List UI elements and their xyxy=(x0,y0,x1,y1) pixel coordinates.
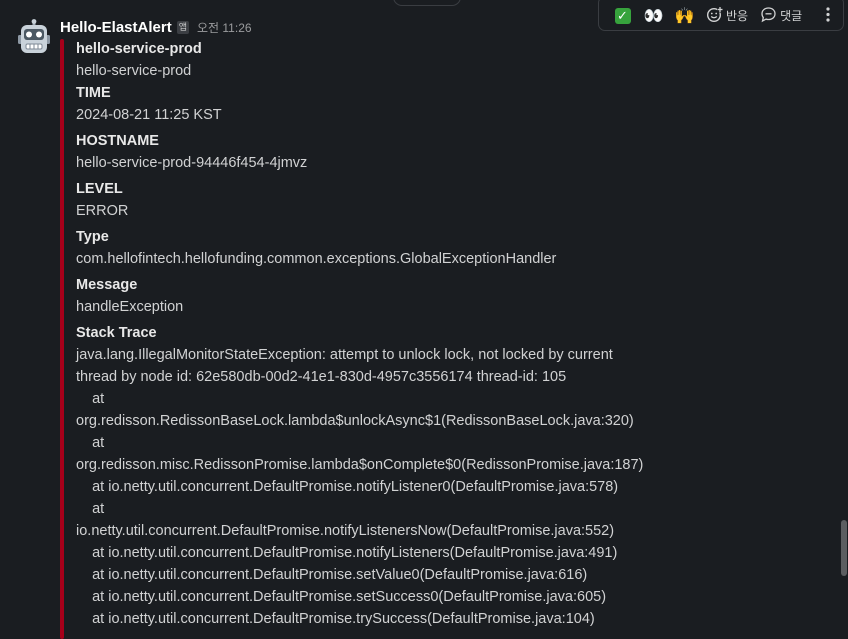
reply-in-thread-button[interactable]: 댓글 xyxy=(754,2,808,30)
react-label: 반응 xyxy=(726,9,749,23)
field-service: hello-service-prod hello-service-prod xyxy=(76,38,676,82)
stack-trace-line: at io.netty.util.concurrent.DefaultPromi… xyxy=(76,567,588,583)
field-value: com.hellofintech.hellofunding.common.exc… xyxy=(76,251,557,267)
field-value: handleException xyxy=(76,299,184,315)
stack-trace-line: at xyxy=(76,435,105,451)
field-type: Type com.hellofintech.hellofunding.commo… xyxy=(76,226,676,270)
field-value: hello-service-prod-94446f454-4jmvz xyxy=(76,155,308,171)
attachment-accent-bar xyxy=(60,39,64,639)
field-message: Message handleException xyxy=(76,274,676,318)
field-value: ERROR xyxy=(76,203,129,219)
speech-bubble-icon xyxy=(760,6,777,26)
robot-icon[interactable] xyxy=(16,19,52,55)
raised-hands-icon: 🙌 xyxy=(674,7,695,25)
stack-trace-body: java.lang.IllegalMonitorStateException: … xyxy=(76,344,676,630)
check-mark-reaction-button[interactable]: ✓ xyxy=(607,2,638,30)
field-title: LEVEL xyxy=(76,181,123,197)
stack-trace-line: org.redisson.misc.RedissonPromise.lambda… xyxy=(76,457,644,473)
field-stack-trace: Stack Trace java.lang.IllegalMonitorStat… xyxy=(76,322,676,630)
check-mark-icon: ✓ xyxy=(614,7,631,24)
stack-trace-line: at xyxy=(76,501,105,517)
stack-trace-line: org.redisson.RedissonBaseLock.lambda$unl… xyxy=(76,413,634,429)
stack-trace-line: at io.netty.util.concurrent.DefaultPromi… xyxy=(76,545,618,561)
field-hostname: HOSTNAME hello-service-prod-94446f454-4j… xyxy=(76,130,676,174)
stack-trace-line: thread by node id: 62e580db-00d2-41e1-83… xyxy=(76,369,567,385)
stack-trace-line: io.netty.util.concurrent.DefaultPromise.… xyxy=(76,523,615,539)
add-reaction-button[interactable]: 반응 xyxy=(700,2,754,30)
field-value: 2024-08-21 11:25 KST xyxy=(76,107,222,123)
eyes-reaction-button[interactable]: 👀 xyxy=(638,2,669,30)
stack-trace-line: at io.netty.util.concurrent.DefaultPromi… xyxy=(76,479,619,495)
stack-trace-line: java.lang.IllegalMonitorStateException: … xyxy=(76,347,613,363)
field-time: TIME 2024-08-21 11:25 KST xyxy=(76,82,676,126)
field-title: Type xyxy=(76,229,109,245)
more-actions-button[interactable] xyxy=(817,2,839,30)
stack-trace-line: at io.netty.util.concurrent.DefaultPromi… xyxy=(76,589,607,605)
raised-hands-reaction-button[interactable]: 🙌 xyxy=(669,2,700,30)
field-title: Stack Trace xyxy=(76,325,157,341)
field-title: TIME xyxy=(76,85,111,101)
eyes-icon: 👀 xyxy=(643,7,664,25)
message-header: Hello-ElastAlert 앱 오전 11:26 xyxy=(60,17,252,37)
field-title: Message xyxy=(76,277,138,293)
scrollbar-thumb[interactable] xyxy=(841,520,847,576)
stack-trace-line: at io.netty.util.concurrent.DefaultPromi… xyxy=(76,611,595,627)
message-timestamp[interactable]: 오전 11:26 xyxy=(197,19,252,36)
add-reaction-icon xyxy=(706,6,723,26)
sender-name[interactable]: Hello-ElastAlert xyxy=(60,19,172,36)
top-pill-button[interactable] xyxy=(393,0,461,6)
more-vertical-icon xyxy=(826,6,830,25)
field-value: hello-service-prod xyxy=(76,63,192,79)
alert-attachment: hello-service-prod hello-service-prod TI… xyxy=(76,38,676,630)
field-level: LEVEL ERROR xyxy=(76,178,676,222)
stack-trace-line: at xyxy=(76,391,105,407)
app-badge: 앱 xyxy=(176,20,189,34)
reply-label: 댓글 xyxy=(780,9,803,23)
message-actions-toolbar: ✓ 👀 🙌 반응 댓글 xyxy=(598,0,844,31)
field-title: hello-service-prod xyxy=(76,41,202,57)
field-title: HOSTNAME xyxy=(76,133,159,149)
